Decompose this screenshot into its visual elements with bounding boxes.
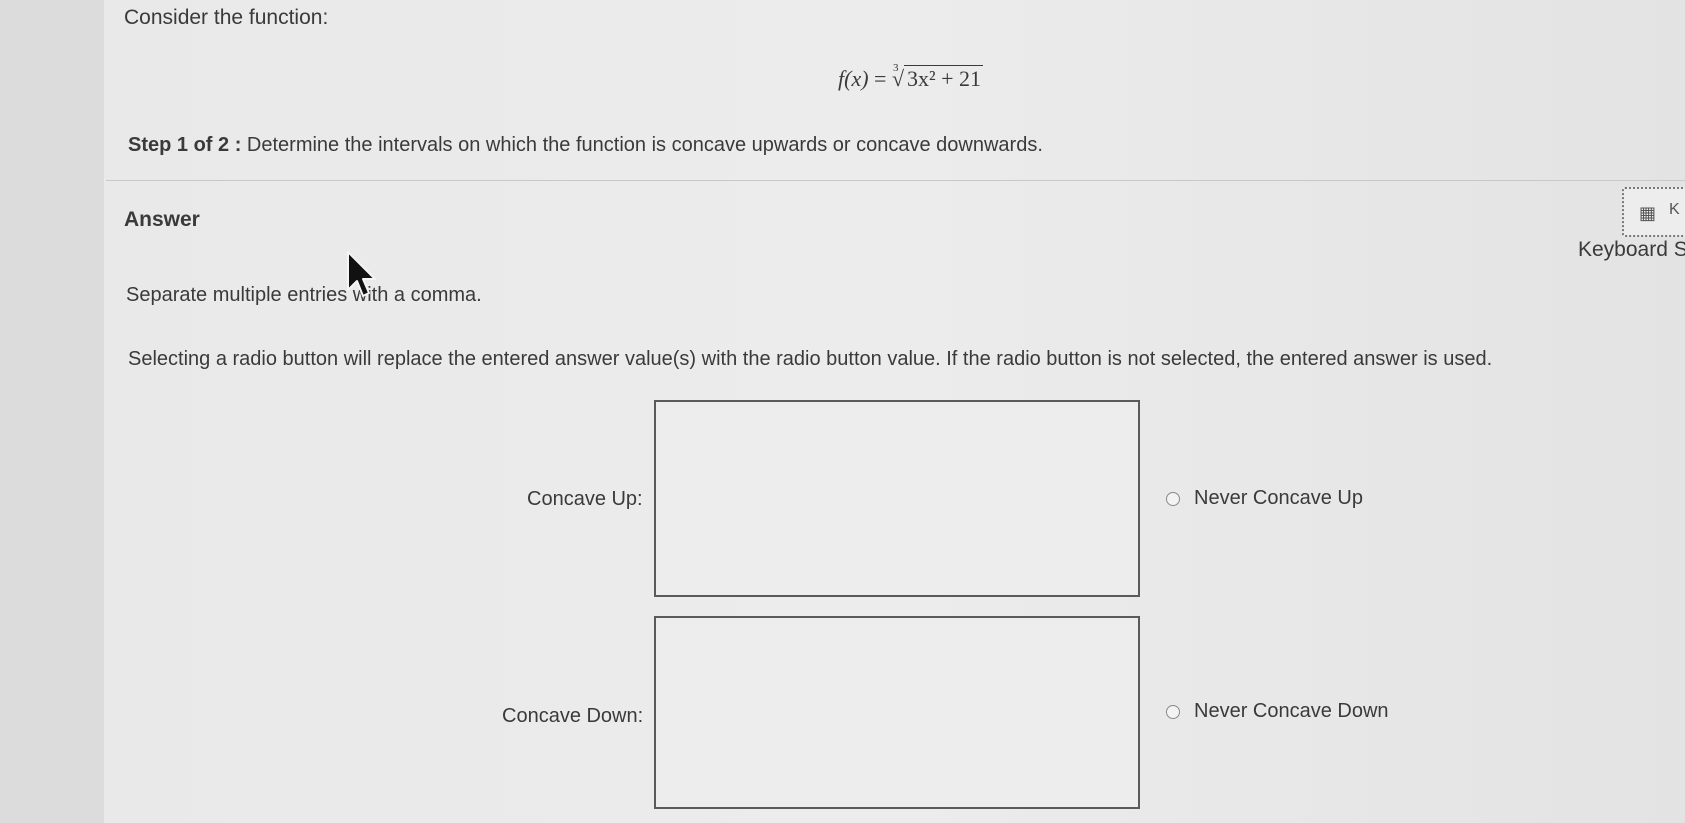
section-divider: [106, 180, 1685, 181]
formula-lhs: f(x): [838, 66, 869, 91]
left-margin-strip: [0, 0, 104, 823]
concave-down-input[interactable]: [654, 616, 1140, 809]
concave-up-input[interactable]: [654, 400, 1140, 597]
keyboard-shortcuts-label[interactable]: Keyboard S: [1578, 238, 1685, 262]
step-title: Step 1 of 2 :: [128, 134, 242, 156]
keyboard-button-letter: K: [1669, 201, 1680, 218]
never-concave-down-radio[interactable]: Never Concave Down: [1166, 700, 1389, 723]
calculator-keyboard-icon: ▦: [1639, 203, 1657, 223]
keyboard-shortcuts-button[interactable]: ▦ K: [1622, 187, 1685, 237]
cube-root: 3 √ 3x² + 21: [891, 62, 984, 91]
entry-hint: Separate multiple entries with a comma.: [126, 284, 482, 306]
question-intro: Consider the function:: [124, 6, 329, 29]
step-instructions: Step 1 of 2 : Determine the intervals on…: [128, 134, 1043, 157]
never-concave-up-radio[interactable]: Never Concave Up: [1166, 487, 1363, 510]
never-concave-down-label: Never Concave Down: [1194, 700, 1389, 722]
radio-note: Selecting a radio button will replace th…: [128, 348, 1493, 370]
function-formula: f(x) = 3 √ 3x² + 21: [838, 62, 984, 92]
formula-equals: =: [874, 66, 887, 91]
concave-down-label: Concave Down:: [502, 705, 644, 727]
radio-circle-icon[interactable]: [1166, 491, 1180, 506]
concave-up-label: Concave Up:: [527, 488, 643, 510]
answer-heading: Answer: [124, 208, 200, 231]
formula-radicand: 3x² + 21: [904, 65, 984, 91]
step-text: Determine the intervals on which the fun…: [241, 134, 1043, 156]
never-concave-up-label: Never Concave Up: [1194, 487, 1363, 509]
radio-circle-icon[interactable]: [1166, 704, 1180, 719]
root-index: 3: [892, 62, 899, 74]
